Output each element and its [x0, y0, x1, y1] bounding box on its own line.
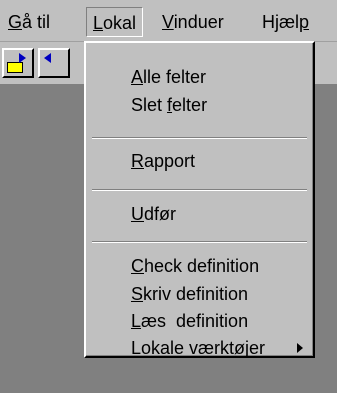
menu-vinduer[interactable]: Vinduer [156, 7, 230, 37]
menu-separator [92, 189, 307, 191]
menu-item-skriv-definition-mnemonic: S [131, 284, 144, 304]
menu-vinduer-mnemonic: V [162, 12, 174, 32]
menu-separator [92, 137, 307, 139]
menu-item-rapport[interactable]: Rapport [86, 147, 313, 175]
menu-bar: Gå til Lokal Vinduer Hjælp [0, 0, 337, 42]
menu-ga-til-rest: å til [22, 12, 51, 32]
menu-item-alle-felter[interactable]: Alle felter [86, 63, 313, 91]
menu-lokal-mnemonic: L [93, 13, 104, 33]
menu-vinduer-rest: induer [173, 12, 224, 32]
lokal-dropdown-menu: Alle felter Slet felter Rapport Udfør Ch… [84, 41, 315, 358]
menu-item-rapport-mnemonic: R [131, 151, 144, 171]
menu-item-skriv-definition[interactable]: Skriv definition [86, 280, 313, 308]
menu-item-alle-felter-rest: lle felter [143, 67, 207, 87]
submenu-arrow-icon [297, 343, 303, 353]
menu-item-slet-felter-pre: Slet [131, 95, 168, 115]
menu-item-slet-felter-rest: elter [172, 95, 208, 115]
menu-item-laes-definition-rest: æs definition [141, 311, 249, 331]
menu-item-alle-felter-mnemonic: A [131, 67, 144, 87]
menu-item-check-definition-rest: heck definition [144, 256, 260, 276]
menu-hjaelp-rest: Hjæl [262, 12, 300, 32]
menu-hjaelp[interactable]: Hjælp [256, 7, 315, 37]
menu-separator [92, 241, 307, 243]
menu-item-check-definition[interactable]: Check definition [86, 252, 313, 280]
menu-item-check-definition-mnemonic: C [131, 256, 144, 276]
menu-ga-til[interactable]: Gå til [2, 7, 56, 37]
menu-item-skriv-definition-rest: kriv definition [143, 284, 249, 304]
menu-item-udfor[interactable]: Udfør [86, 200, 313, 228]
menu-item-laes-definition-mnemonic: L [131, 311, 142, 331]
menu-item-rapport-rest: apport [144, 151, 196, 171]
back-button[interactable] [38, 48, 70, 78]
menu-item-slet-felter[interactable]: Slet felter [86, 91, 313, 119]
open-button[interactable] [2, 48, 34, 78]
menu-lokal-rest: okal [103, 13, 137, 33]
menu-item-lokale-vaerktojer-label: Lokale værktøjer [131, 338, 266, 358]
menu-item-lokale-vaerktojer[interactable]: Lokale værktøjer [86, 334, 313, 362]
menu-lokal[interactable]: Lokal [86, 7, 144, 37]
menu-item-udfor-rest: dfør [144, 204, 177, 224]
menu-ga-til-mnemonic: G [8, 12, 23, 32]
menu-item-laes-definition[interactable]: Læs definition [86, 307, 313, 335]
menu-hjaelp-mnemonic: p [299, 12, 310, 32]
menu-item-udfor-mnemonic: U [131, 204, 144, 224]
